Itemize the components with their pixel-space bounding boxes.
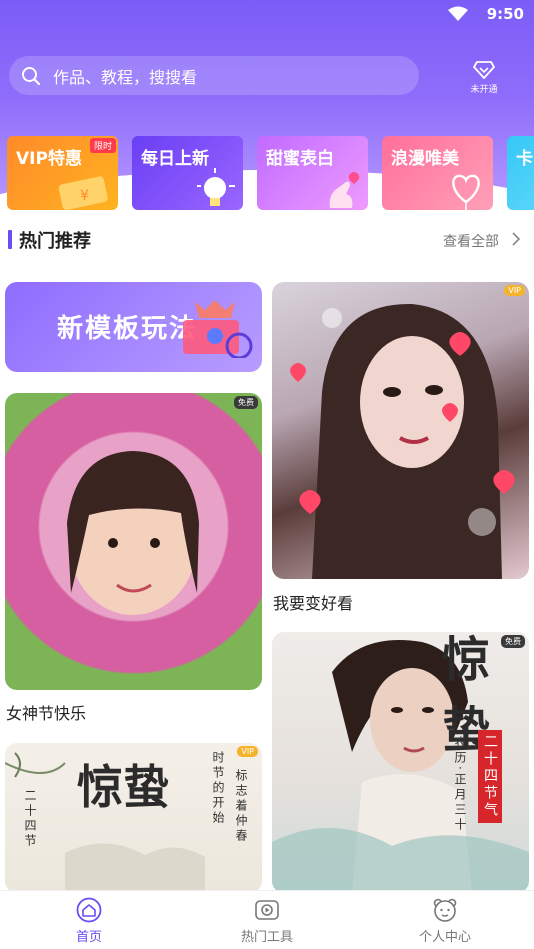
- section-header: 热门推荐 查看全部: [0, 226, 534, 254]
- lightbulb-icon: [197, 168, 235, 206]
- lunar-date-text: 农历·正月三十: [453, 736, 467, 833]
- side-text-1: 时节的开始: [211, 751, 225, 826]
- solar-term-tag: 二十四节气: [478, 730, 502, 823]
- category-romantic[interactable]: 浪漫唯美: [382, 136, 493, 210]
- view-all-link[interactable]: 查看全部: [443, 231, 499, 251]
- nav-hot-tools[interactable]: 热门工具: [217, 897, 317, 947]
- app-screen: 9:50 作品、教程，搜搜看 未开通 VIP特惠 限时 ¥ 每日上新 甜蜜表白 …: [0, 0, 534, 949]
- chevron-right-icon[interactable]: [511, 232, 521, 246]
- template-card-jingzhe-calligraphy[interactable]: 惊蛰 时节的开始 标志着仲春 二十四节 VIP: [5, 743, 262, 893]
- category-label: VIP特惠: [16, 149, 82, 169]
- template-title: 我要变好看: [273, 594, 354, 613]
- finger-heart-icon: [329, 172, 360, 208]
- side-text-2: 标志着仲春: [234, 769, 248, 844]
- vip-tag: VIP: [237, 746, 258, 757]
- vip-entry-label: 未开通: [470, 85, 498, 95]
- svg-text:¥: ¥: [80, 188, 89, 204]
- flower-portrait-image: [67, 451, 199, 615]
- portrait-hearts-image: [290, 303, 515, 579]
- vip-tag: VIP: [504, 285, 525, 296]
- template-card-glow-up[interactable]: VIP: [272, 282, 529, 579]
- bottom-navigation: 首页 热门工具 个人中心: [0, 890, 534, 949]
- limited-badge: 限时: [89, 138, 116, 153]
- search-placeholder: 作品、教程，搜搜看: [53, 67, 198, 87]
- ticket-icon: ¥: [58, 176, 108, 210]
- vertical-small-text: 二十四节: [23, 789, 37, 849]
- nav-label: 首页: [75, 930, 102, 945]
- status-time: 9:50: [486, 5, 524, 23]
- category-label: 卡: [516, 149, 533, 169]
- nav-label: 热门工具: [240, 930, 293, 945]
- template-card-solar-term[interactable]: 惊蛰 农历·正月三十 二十四节气 免费: [272, 632, 529, 893]
- bear-face-icon: [433, 898, 457, 922]
- section-indicator: [8, 230, 12, 249]
- category-card[interactable]: 卡: [507, 136, 534, 210]
- video-tool-icon: [255, 900, 279, 920]
- vip-entry-button[interactable]: 未开通: [462, 58, 506, 100]
- wifi-icon: [448, 6, 468, 21]
- nav-profile[interactable]: 个人中心: [395, 897, 495, 947]
- heart-balloon-icon: [452, 174, 480, 210]
- category-daily-new[interactable]: 每日上新: [132, 136, 243, 210]
- category-label: 甜蜜表白: [266, 149, 334, 169]
- category-sweet-confession[interactable]: 甜蜜表白: [257, 136, 368, 210]
- camera-icon: [183, 300, 253, 358]
- status-bar: 9:50: [0, 0, 534, 30]
- home-icon: [76, 897, 102, 923]
- category-row: VIP特惠 限时 ¥ 每日上新 甜蜜表白 浪漫唯美 卡: [7, 136, 534, 210]
- free-tag: 免费: [501, 635, 525, 648]
- nav-home[interactable]: 首页: [39, 897, 139, 947]
- nav-label: 个人中心: [418, 930, 471, 945]
- section-title: 热门推荐: [19, 231, 91, 252]
- search-input[interactable]: 作品、教程，搜搜看: [9, 56, 419, 95]
- category-vip-discount[interactable]: VIP特惠 限时 ¥: [7, 136, 118, 210]
- free-tag: 免费: [234, 396, 258, 409]
- diamond-icon: [473, 61, 495, 79]
- template-title: 女神节快乐: [6, 704, 87, 723]
- calligraphy-text: 惊蛰: [77, 760, 169, 814]
- template-card-goddess-day[interactable]: 免费: [5, 393, 262, 690]
- search-icon: [22, 66, 41, 85]
- new-template-banner[interactable]: 新模板玩法: [5, 282, 262, 372]
